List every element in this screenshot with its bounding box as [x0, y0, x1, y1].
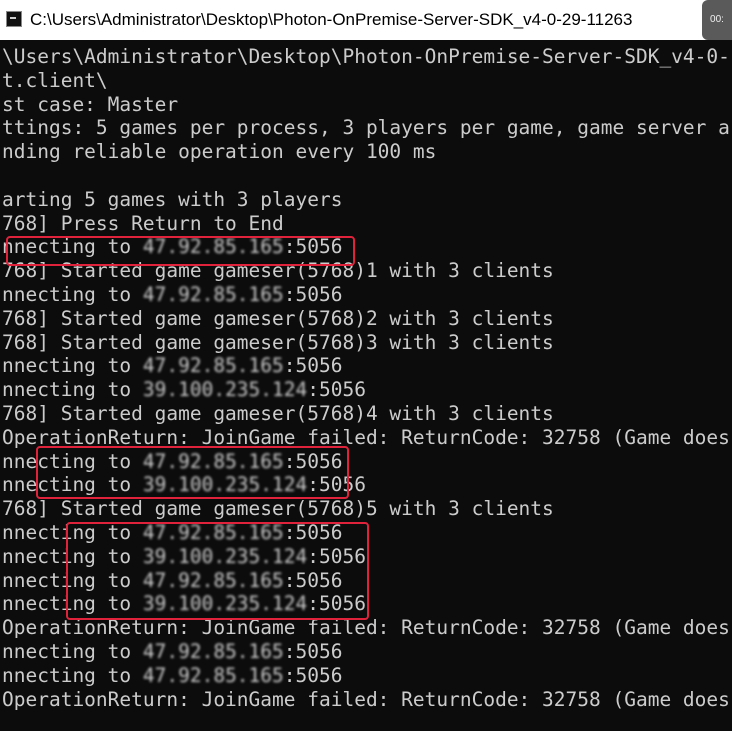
console-line: 768] Started game gameser(5768)2 with 3 …	[2, 306, 554, 330]
line-prefix: nnecting to	[2, 378, 143, 402]
console-line: nnecting to 47.92.85.165:5056	[2, 354, 342, 378]
console-line: 768] Started game gameser(5768)5 with 3 …	[2, 497, 554, 521]
redacted-ip-address: 47.92.85.165	[142, 663, 284, 687]
redacted-ip-address: 47.92.85.165	[142, 283, 284, 306]
annotation-box	[36, 446, 349, 499]
console-line: nnecting to 47.92.85.165:5056	[2, 640, 342, 664]
window-titlebar[interactable]: C:\Users\Administrator\Desktop\Photon-On…	[0, 0, 732, 40]
line-port: :5056	[283, 663, 343, 687]
console-line: nnecting to 47.92.85.165:5056	[2, 664, 342, 688]
line-port: :5056	[283, 354, 343, 378]
console-line: nnecting to 39.100.235.124:5056	[2, 378, 366, 402]
console-line: 768] Press Return to End	[2, 211, 284, 235]
redacted-ip-address: 47.92.85.165	[142, 640, 284, 663]
line-prefix: nnecting to	[2, 283, 143, 306]
annotation-box	[66, 522, 369, 620]
line-prefix: nnecting to	[2, 663, 143, 687]
redacted-ip-address: 39.100.235.124	[142, 378, 308, 402]
annotation-box	[6, 236, 355, 266]
console-line: \Users\Administrator\Desktop\Photon-OnPr…	[2, 45, 730, 68]
console-line: 768] Started game gameser(5768)4 with 3 …	[2, 402, 554, 425]
console-line: nnecting to 47.92.85.165:5056	[2, 283, 342, 307]
console-line: OperationReturn: JoinGame failed: Return…	[2, 687, 730, 711]
console-line: 768] Started game gameser(5768)3 with 3 …	[2, 330, 554, 354]
console-line: nding reliable operation every 100 ms	[2, 140, 437, 164]
line-prefix: nnecting to	[2, 354, 143, 378]
console-line: arting 5 games with 3 players	[2, 187, 343, 211]
redacted-ip-address: 47.92.85.165	[142, 354, 284, 378]
line-prefix: nnecting to	[2, 640, 143, 663]
console-line: ttings: 5 games per process, 3 players p…	[2, 116, 730, 140]
line-port: :5056	[307, 378, 366, 402]
console-line: st case: Master	[2, 92, 179, 116]
line-port: :5056	[283, 640, 343, 663]
window-title: C:\Users\Administrator\Desktop\Photon-On…	[30, 10, 633, 29]
console-icon	[6, 11, 22, 27]
overlay-timer-badge: 00:	[702, 0, 732, 40]
console-output[interactable]: OperationReturn: JoinGame failed: Return…	[0, 40, 732, 731]
console-line: t.client\	[2, 68, 108, 92]
line-port: :5056	[283, 283, 343, 306]
